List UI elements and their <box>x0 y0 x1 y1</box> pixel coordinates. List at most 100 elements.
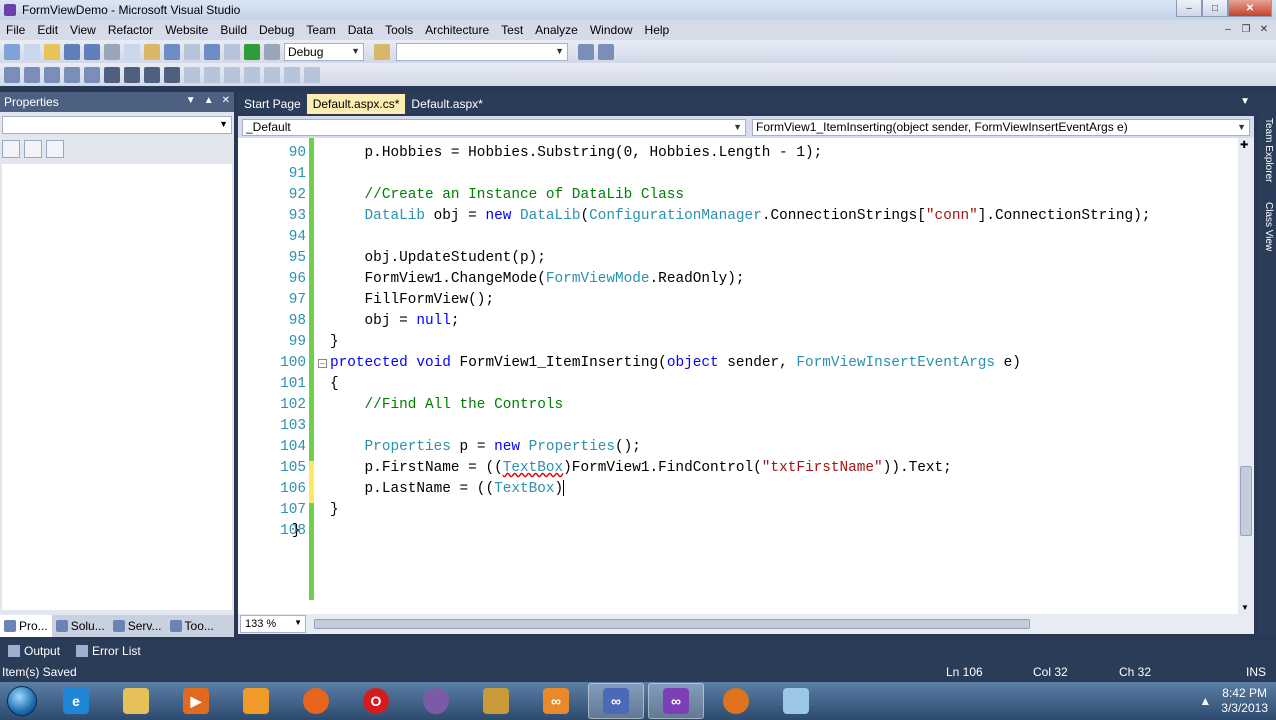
object-list-icon[interactable] <box>4 66 20 83</box>
quick-info-icon[interactable] <box>24 66 40 83</box>
navigate-backward-icon[interactable] <box>204 43 220 60</box>
next-bookmark-folder-icon[interactable] <box>264 66 280 83</box>
zoom-select[interactable]: 133 % ▼ <box>240 615 306 633</box>
tab-solution-explorer[interactable]: Solu... <box>52 615 109 637</box>
find-in-files-icon[interactable] <box>374 43 390 60</box>
categorized-icon[interactable] <box>2 140 20 158</box>
doc-close-button[interactable]: ✕ <box>1256 22 1272 36</box>
taskbar-firefox[interactable] <box>288 683 344 719</box>
pane-close-icon[interactable]: ✕ <box>222 95 230 106</box>
increase-indent-icon[interactable] <box>124 66 140 83</box>
new-project-icon[interactable] <box>4 43 20 60</box>
close-button[interactable]: ✕ <box>1228 0 1272 17</box>
taskbar-app-infinity[interactable]: ∞ <box>528 683 584 719</box>
menu-window[interactable]: Window <box>584 23 639 37</box>
next-bookmark-icon[interactable] <box>224 66 240 83</box>
taskbar-app-loop[interactable]: ∞ <box>588 683 644 719</box>
previous-bookmark-icon[interactable] <box>204 66 220 83</box>
toolbar-options-icon[interactable] <box>598 43 614 60</box>
maximize-button[interactable]: □ <box>1202 0 1228 17</box>
tab-toolbox[interactable]: Too... <box>166 615 218 637</box>
properties-grid[interactable] <box>2 164 232 610</box>
copy-icon[interactable] <box>124 43 140 60</box>
complete-word-icon[interactable] <box>84 66 100 83</box>
horizontal-scroll-thumb[interactable] <box>314 619 1030 629</box>
alphabetical-icon[interactable] <box>24 140 42 158</box>
decrease-indent-icon[interactable] <box>104 66 120 83</box>
taskbar-media-player[interactable]: ▶ <box>168 683 224 719</box>
menu-help[interactable]: Help <box>639 23 676 37</box>
tab-start-page[interactable]: Start Page <box>238 94 307 114</box>
toolbar-options-icon-2[interactable] <box>304 66 320 83</box>
save-icon[interactable] <box>64 43 80 60</box>
menu-refactor[interactable]: Refactor <box>102 23 159 37</box>
pin-icon[interactable]: ▲ <box>204 95 214 106</box>
find-combo[interactable]: ▼ <box>396 42 568 61</box>
taskbar-file-explorer[interactable] <box>108 683 164 719</box>
split-icon[interactable]: ✚ <box>1240 140 1248 151</box>
menu-test[interactable]: Test <box>495 23 529 37</box>
undo-icon[interactable] <box>164 43 180 60</box>
clear-bookmarks-icon[interactable] <box>284 66 300 83</box>
properties-object-select[interactable]: ▼ <box>2 116 232 134</box>
tab-default-aspx[interactable]: Default.aspx* <box>405 94 488 114</box>
navigate-forward-icon[interactable] <box>224 43 240 60</box>
menu-data[interactable]: Data <box>342 23 379 37</box>
menu-build[interactable]: Build <box>214 23 253 37</box>
add-item-icon[interactable] <box>24 43 40 60</box>
taskbar-app-globe[interactable] <box>408 683 464 719</box>
menu-tools[interactable]: Tools <box>379 23 419 37</box>
save-all-icon[interactable] <box>84 43 100 60</box>
uncomment-icon[interactable] <box>164 66 180 83</box>
menu-website[interactable]: Website <box>159 23 214 37</box>
taskbar-opera[interactable]: O <box>348 683 404 719</box>
taskbar-internet-explorer[interactable]: e <box>48 683 104 719</box>
word-completion-icon[interactable] <box>64 66 80 83</box>
minimize-button[interactable]: – <box>1176 0 1202 17</box>
taskbar-visual-studio[interactable]: ∞ <box>648 683 704 719</box>
tab-list-icon[interactable]: ▼ <box>1240 96 1250 107</box>
start-button[interactable] <box>0 683 44 719</box>
collapse-toggle-icon[interactable]: – <box>318 359 327 368</box>
comment-icon[interactable] <box>144 66 160 83</box>
tab-properties[interactable]: Pro... <box>0 615 52 637</box>
taskbar-outlook[interactable] <box>228 683 284 719</box>
tab-server-explorer[interactable]: Serv... <box>109 615 166 637</box>
solution-configuration-select[interactable]: Debug ▼ <box>284 42 364 61</box>
class-select[interactable]: _Default ▼ <box>242 118 746 136</box>
doc-minimize-button[interactable]: – <box>1220 22 1236 36</box>
show-hidden-icons-icon[interactable]: ▲ <box>1199 694 1211 708</box>
cut-icon[interactable] <box>104 43 120 60</box>
taskbar-app-tools[interactable] <box>468 683 524 719</box>
menu-team[interactable]: Team <box>300 23 341 37</box>
bookmark-icon[interactable] <box>184 66 200 83</box>
property-pages-icon[interactable] <box>46 140 64 158</box>
pane-dropdown-icon[interactable]: ▼ <box>186 95 196 106</box>
taskbar-app-paw[interactable] <box>708 683 764 719</box>
tab-output[interactable]: Output <box>0 644 68 658</box>
attach-icon[interactable] <box>264 43 280 60</box>
code-editor[interactable]: 90 p.Hobbies = Hobbies.Substring(0, Hobb… <box>238 138 1254 614</box>
start-debugging-icon[interactable] <box>244 43 260 60</box>
tab-error-list[interactable]: Error List <box>68 644 149 658</box>
tab-default-aspx-cs[interactable]: Default.aspx.cs* <box>306 94 406 114</box>
previous-bookmark-folder-icon[interactable] <box>244 66 260 83</box>
menu-edit[interactable]: Edit <box>31 23 64 37</box>
menu-architecture[interactable]: Architecture <box>419 23 495 37</box>
menu-analyze[interactable]: Analyze <box>529 23 584 37</box>
open-file-icon[interactable] <box>44 43 60 60</box>
class-view-tab[interactable]: Class View <box>1260 202 1274 251</box>
clock[interactable]: 8:42 PM 3/3/2013 <box>1221 686 1268 716</box>
menu-debug[interactable]: Debug <box>253 23 300 37</box>
menu-file[interactable]: File <box>0 23 31 37</box>
doc-restore-button[interactable]: ❐ <box>1238 22 1254 36</box>
team-explorer-tab[interactable]: Team Explorer <box>1260 118 1274 182</box>
redo-icon[interactable] <box>184 43 200 60</box>
solution-explorer-icon[interactable] <box>578 43 594 60</box>
editor-vertical-scrollbar[interactable]: ✚ ▼ <box>1238 138 1254 614</box>
parameter-info-icon[interactable] <box>44 66 60 83</box>
scroll-down-icon[interactable]: ▼ <box>1241 603 1249 612</box>
vertical-scroll-thumb[interactable] <box>1240 466 1252 536</box>
taskbar-app-notes[interactable] <box>768 683 824 719</box>
paste-icon[interactable] <box>144 43 160 60</box>
